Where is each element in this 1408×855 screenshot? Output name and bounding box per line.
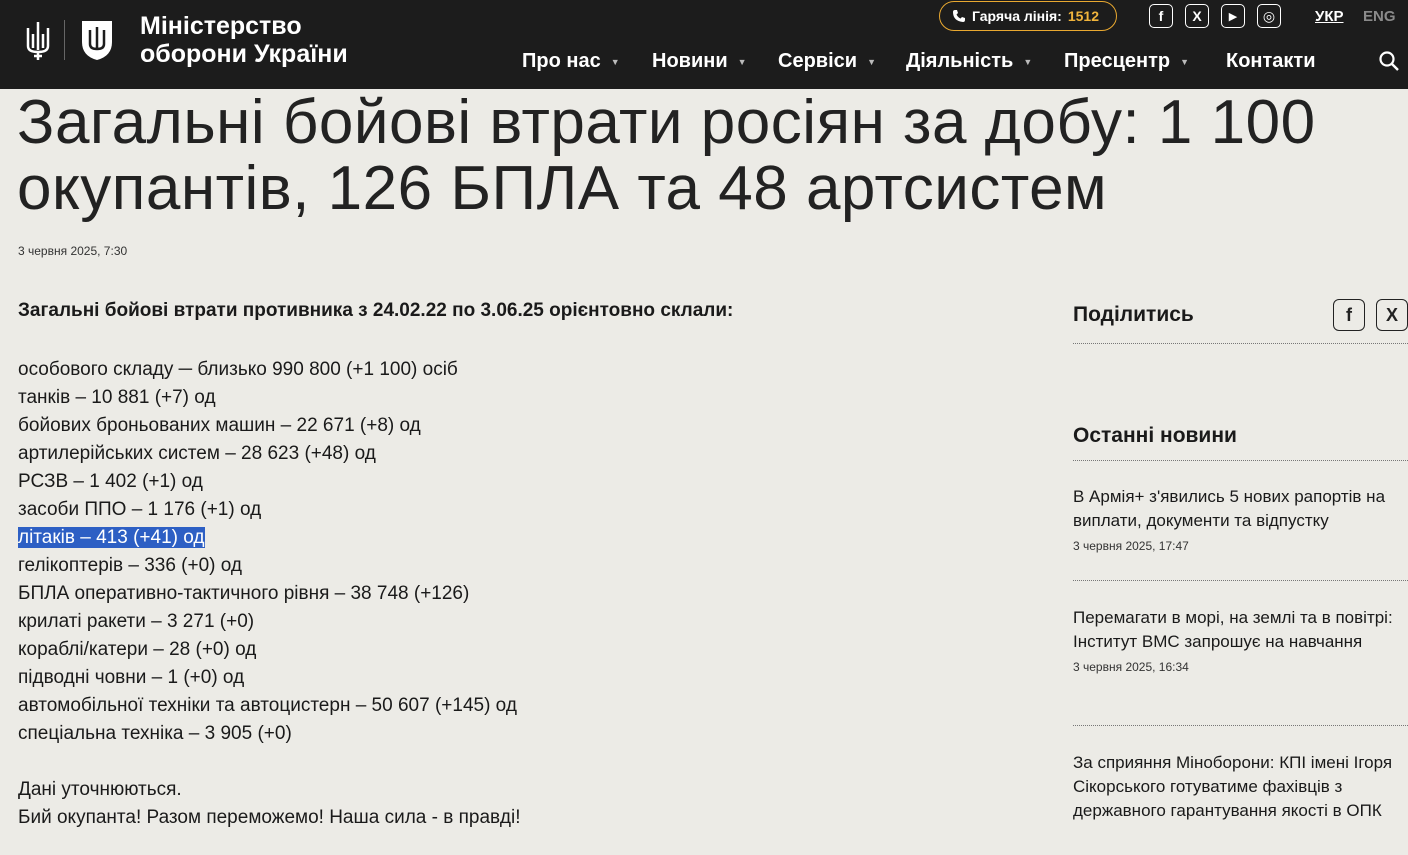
- chevron-down-icon: ▼: [610, 56, 620, 67]
- list-item: танків ‒ 10 881 (+7) од: [18, 387, 216, 408]
- divider: [1073, 580, 1408, 581]
- divider: [1073, 725, 1408, 726]
- chevron-down-icon: ▼: [867, 56, 876, 67]
- news-item-title[interactable]: В Армія+ з'явились 5 нових рапортів на в…: [1073, 485, 1408, 533]
- nav-about[interactable]: Про нас ▼: [522, 50, 620, 73]
- share-x-icon[interactable]: X: [1376, 299, 1408, 331]
- list-item: спеціальна техніка ‒ 3 905 (+0): [18, 723, 292, 744]
- list-item-selected[interactable]: літаків – 413 (+41) од: [18, 524, 517, 552]
- nav-services-label: Сервіси: [778, 50, 858, 72]
- x-icon[interactable]: X: [1185, 4, 1209, 28]
- nav-press-center[interactable]: Пресцентр ▼: [1064, 50, 1189, 73]
- share-facebook-icon[interactable]: f: [1333, 299, 1365, 331]
- nav-news-label: Новини: [652, 50, 728, 72]
- nav-contacts[interactable]: Контакти: [1226, 50, 1316, 73]
- article-footer: Дані уточнюються. Бий окупанта! Разом пе…: [18, 776, 521, 832]
- site-header: Міністерство оборони України Гаряча ліні…: [0, 0, 1408, 89]
- tryzub-icon[interactable]: [24, 20, 52, 62]
- article-date: 3 червня 2025, 7:30: [18, 244, 128, 258]
- divider: [1073, 343, 1408, 344]
- list-item: особового складу ─ близько 990 800 (+1 1…: [18, 359, 458, 380]
- list-item: автомобільної техніки та автоцистерн – 5…: [18, 695, 517, 716]
- nav-activity-label: Діяльність: [906, 50, 1014, 72]
- article-lead: Загальні бойові втрати противника з 24.0…: [18, 300, 734, 321]
- search-icon[interactable]: [1378, 50, 1400, 72]
- article-title-line-2: окупантів, 126 БПЛА та 48 артсистем: [17, 154, 1108, 223]
- nav-news[interactable]: Новини ▼: [652, 50, 747, 73]
- logo-separator: [64, 20, 65, 60]
- hotline-button[interactable]: Гаряча лінія: 1512: [939, 1, 1117, 31]
- news-item-date: 3 червня 2025, 16:34: [1073, 660, 1189, 674]
- chevron-down-icon: ▼: [1023, 56, 1033, 67]
- list-item: бойових броньованих машин ‒ 22 671 (+8) …: [18, 415, 421, 436]
- nav-activity[interactable]: Діяльність ▼: [906, 50, 1032, 73]
- list-item: крилаті ракети ‒ 3 271 (+0): [18, 611, 255, 632]
- lang-ukr-link[interactable]: УКР: [1315, 8, 1344, 25]
- list-item: підводні човни ‒ 1 (+0) од: [18, 667, 245, 688]
- lang-eng-link[interactable]: ENG: [1363, 8, 1396, 25]
- hotline-number: 1512: [1067, 8, 1099, 24]
- list-item: РСЗВ – 1 402 (+1) од: [18, 471, 203, 492]
- nav-services[interactable]: Сервіси ▼: [778, 50, 876, 73]
- losses-list: особового складу ─ близько 990 800 (+1 1…: [18, 356, 517, 748]
- latest-news-title: Останні новини: [1073, 424, 1237, 447]
- news-item[interactable]: В Армія+ з'явились 5 нових рапортів на в…: [1073, 485, 1408, 553]
- article-footer-line-2: Бий окупанта! Разом переможемо! Наша сил…: [18, 807, 521, 828]
- list-item: гелікоптерів – 336 (+0) од: [18, 555, 243, 576]
- shield-icon[interactable]: [79, 18, 115, 62]
- hotline-label: Гаряча лінія:: [972, 8, 1062, 24]
- news-item-date: 3 червня 2025, 17:47: [1073, 539, 1189, 553]
- nav-press-center-label: Пресцентр: [1064, 50, 1171, 72]
- article-footer-line-1: Дані уточнюються.: [18, 779, 182, 800]
- logo-line-1: Міністерство: [140, 12, 302, 40]
- list-item: артилерійських систем – 28 623 (+48) од: [18, 443, 376, 464]
- nav-about-label: Про нас: [522, 50, 601, 72]
- phone-icon: [953, 10, 965, 22]
- list-item: засоби ППО ‒ 1 176 (+1) од: [18, 499, 262, 520]
- divider: [1073, 460, 1408, 461]
- chevron-down-icon: ▼: [737, 56, 747, 67]
- news-item-title[interactable]: Перемагати в морі, на землі та в повітрі…: [1073, 606, 1408, 654]
- logo-line-2: оборони України: [140, 40, 348, 68]
- news-item[interactable]: Перемагати в морі, на землі та в повітрі…: [1073, 606, 1408, 674]
- news-item[interactable]: За сприяння Міноборони: КПІ імені Ігоря …: [1073, 751, 1408, 823]
- nav-contacts-label: Контакти: [1226, 50, 1316, 72]
- facebook-icon[interactable]: f: [1149, 4, 1173, 28]
- youtube-icon[interactable]: ▶: [1221, 4, 1245, 28]
- site-logo-text[interactable]: Міністерство оборони України: [140, 12, 348, 68]
- article-title: Загальні бойові втрати росіян за добу: 1…: [17, 90, 1407, 222]
- list-item: БПЛА оперативно-тактичного рівня – 38 74…: [18, 583, 470, 604]
- list-item: кораблі/катери ‒ 28 (+0) од: [18, 639, 257, 660]
- share-title: Поділитись: [1073, 303, 1194, 326]
- instagram-icon[interactable]: ◎: [1257, 4, 1281, 28]
- chevron-down-icon: ▼: [1180, 56, 1190, 67]
- article-title-line-1: Загальні бойові втрати росіян за добу: 1…: [17, 88, 1316, 157]
- news-item-title[interactable]: За сприяння Міноборони: КПІ імені Ігоря …: [1073, 751, 1408, 823]
